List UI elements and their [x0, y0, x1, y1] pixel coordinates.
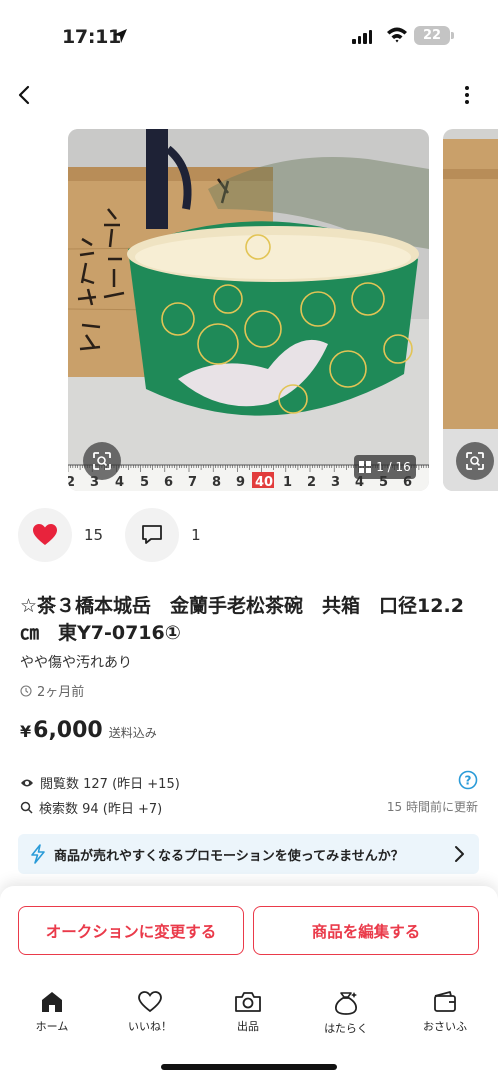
- grid-icon: [359, 461, 372, 473]
- photo-gallery[interactable]: 2 3 4 5 6 7 8 9 40 1 2 3 4 5 6: [0, 129, 498, 491]
- ruler-digit: 8: [212, 475, 221, 490]
- comment-button[interactable]: [125, 508, 180, 562]
- comment-bubble-icon: [142, 525, 162, 544]
- camera-icon: [235, 992, 261, 1012]
- home-icon: [42, 992, 62, 1012]
- tab-label: いいね！: [128, 1020, 172, 1033]
- eye-icon: [21, 779, 33, 786]
- clock-icon: [20, 684, 32, 697]
- ruler-digit: 4: [115, 475, 124, 490]
- promotion-text: 商品が売れやすくなるプロモーションを使ってみませんか？: [54, 848, 404, 864]
- location-arrow-icon: [113, 29, 127, 43]
- next-photo-preview[interactable]: [443, 129, 498, 491]
- zoom-scan-icon: [466, 452, 484, 470]
- views-text: 閲覧数 127 (昨日 +15): [40, 777, 180, 792]
- ruler-digit: 2: [307, 475, 316, 490]
- svg-text:?: ?: [465, 774, 472, 788]
- ruler-digit: 3: [331, 475, 340, 490]
- views-stat: 閲覧数 127 (昨日 +15): [20, 773, 180, 792]
- money-bag-icon: [334, 992, 358, 1015]
- edit-item-button[interactable]: 商品を編集する: [253, 906, 479, 955]
- heart-icon: [138, 991, 162, 1013]
- posted-time: 2ヶ月前: [20, 681, 84, 700]
- battery-indicator: 22: [414, 26, 450, 45]
- ruler-digit: 2: [68, 475, 75, 490]
- tab-label: ホーム: [35, 1020, 69, 1033]
- product-photo[interactable]: 2 3 4 5 6 7 8 9 40 1 2 3 4 5 6: [68, 129, 429, 491]
- ruler-digit: 5: [140, 475, 149, 490]
- comment-count: 1: [191, 526, 201, 544]
- item-title: ☆茶３橋本城岳 金蘭手老松茶碗 共箱 口径12.2㎝ 東Y7-0716①: [20, 595, 464, 644]
- search-icon: [20, 801, 33, 814]
- heart-filled-icon: [33, 524, 57, 545]
- tab-label: はたらく: [324, 1022, 368, 1035]
- back-chevron-icon[interactable]: [14, 84, 36, 106]
- tab-likes[interactable]: いいね！: [110, 990, 190, 1034]
- posted-time-text: 2ヶ月前: [37, 685, 85, 700]
- engagement-row: 15 1: [18, 508, 201, 562]
- price: ¥ 6,000 送料込み: [20, 718, 157, 743]
- searches-text: 検索数 94 (昨日 +7): [39, 802, 163, 817]
- like-count: 15: [84, 526, 104, 544]
- ruler-digit: 40: [255, 475, 273, 490]
- lightning-icon: [31, 844, 45, 864]
- more-options-icon[interactable]: [456, 84, 478, 106]
- tab-label: おさいふ: [423, 1020, 467, 1033]
- photo-counter: 1 / 16: [354, 455, 416, 479]
- searches-stat: 検索数 94 (昨日 +7): [20, 798, 162, 817]
- cellular-signal-icon: [352, 30, 372, 44]
- like-button[interactable]: [18, 508, 72, 562]
- ruler-digit: 6: [164, 475, 173, 490]
- tab-wallet[interactable]: おさいふ: [405, 990, 485, 1034]
- tab-home[interactable]: ホーム: [12, 990, 92, 1034]
- price-amount: 6,000: [33, 718, 103, 743]
- ruler-digit: 9: [236, 475, 245, 490]
- home-indicator: [161, 1064, 337, 1070]
- tab-sell[interactable]: 出品: [208, 990, 288, 1034]
- ruler-digit: 1: [283, 475, 292, 490]
- price-currency: ¥: [20, 722, 32, 741]
- photo-counter-text: 1 / 16: [376, 460, 411, 474]
- chevron-right-icon: [455, 846, 464, 862]
- zoom-button[interactable]: [456, 442, 494, 480]
- status-bar: 17:11 22: [0, 0, 498, 70]
- tab-work[interactable]: はたらく: [306, 990, 386, 1036]
- help-icon[interactable]: ?: [458, 770, 478, 790]
- zoom-scan-icon: [93, 452, 111, 470]
- shipping-label: 送料込み: [108, 726, 157, 740]
- battery-tip: [451, 32, 454, 39]
- tab-label: 出品: [237, 1020, 259, 1033]
- promotion-banner[interactable]: 商品が売れやすくなるプロモーションを使ってみませんか？: [18, 834, 479, 874]
- wallet-icon: [434, 991, 456, 1012]
- bottom-tab-bar: ホーム いいね！ 出品 はたらく おさいふ: [0, 990, 498, 1040]
- wifi-icon: [387, 27, 407, 43]
- item-condition: やや傷や汚れあり: [20, 655, 132, 671]
- zoom-button[interactable]: [83, 442, 121, 480]
- updated-time: 15 時間前に更新: [386, 800, 478, 814]
- ruler-digit: 7: [188, 475, 197, 490]
- change-to-auction-button[interactable]: オークションに変更する: [18, 906, 244, 955]
